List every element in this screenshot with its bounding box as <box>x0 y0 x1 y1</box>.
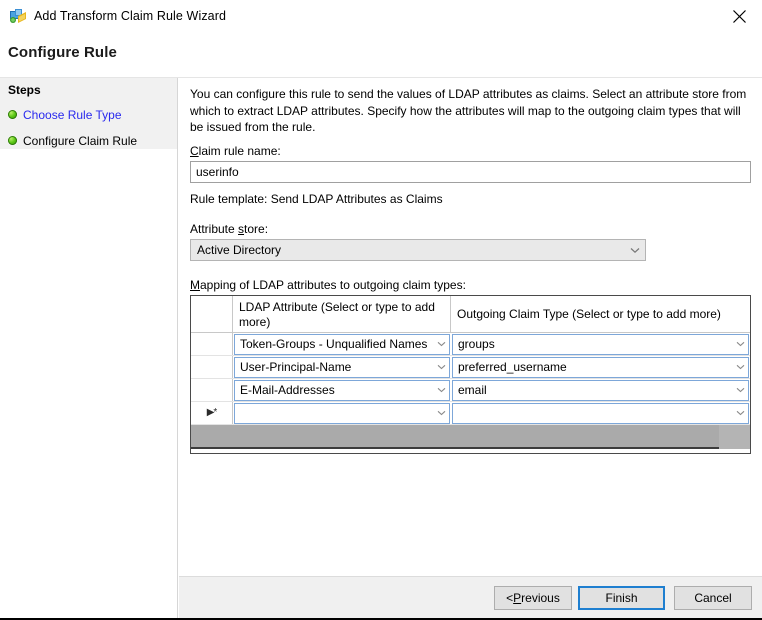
ldap-attribute-select[interactable]: E-Mail-Addresses <box>234 380 450 401</box>
mapping-label: Mapping of LDAP attributes to outgoing c… <box>190 278 466 292</box>
grid-header-rowselect-cell <box>191 296 233 332</box>
finish-button[interactable]: Finish <box>578 586 665 610</box>
new-row-marker-cell[interactable]: ▶* <box>191 402 233 424</box>
attribute-store-select[interactable]: Active Directory <box>190 239 646 261</box>
page-header: Configure Rule <box>0 32 762 78</box>
previous-button[interactable]: < Previous <box>494 586 572 610</box>
chevron-down-icon <box>433 341 449 347</box>
chevron-down-icon <box>732 341 748 347</box>
ldap-attribute-value: User-Principal-Name <box>235 360 433 374</box>
wizard-app-icon <box>9 7 27 25</box>
chevron-down-icon <box>732 387 748 393</box>
row-selector-cell[interactable] <box>191 379 233 401</box>
chevron-down-icon <box>433 387 449 393</box>
sidebar-item-choose-rule-type[interactable]: Choose Rule Type <box>8 106 122 123</box>
table-row[interactable]: User-Principal-Name preferred_username <box>191 356 750 379</box>
outgoing-claim-type-select[interactable]: preferred_username <box>452 357 749 378</box>
column-header-outgoing-claim-type[interactable]: Outgoing Claim Type (Select or type to a… <box>451 296 750 332</box>
steps-sidebar: Steps Choose Rule Type Configure Claim R… <box>0 78 178 618</box>
grid-header-row: LDAP Attribute (Select or type to add mo… <box>191 296 750 333</box>
rule-description: You can configure this rule to send the … <box>190 86 753 136</box>
outgoing-claim-type-value: email <box>453 383 732 397</box>
step-bullet-icon <box>8 110 17 119</box>
chevron-down-icon <box>433 364 449 370</box>
close-icon[interactable] <box>717 0 762 32</box>
previous-label-rest: revious <box>521 591 560 605</box>
outgoing-claim-type-cell[interactable]: groups <box>451 333 750 355</box>
mapping-grid[interactable]: LDAP Attribute (Select or type to add mo… <box>190 295 751 454</box>
dialog-button-bar: < Previous Finish Cancel <box>179 576 762 618</box>
row-selector-cell[interactable] <box>191 333 233 355</box>
outgoing-claim-type-select[interactable]: email <box>452 380 749 401</box>
ldap-attribute-value: Token-Groups - Unqualified Names <box>235 337 433 351</box>
page-title: Configure Rule <box>8 44 117 61</box>
outgoing-claim-type-select[interactable] <box>452 403 749 424</box>
column-header-ldap-attribute[interactable]: LDAP Attribute (Select or type to add mo… <box>233 296 451 332</box>
table-row-new[interactable]: ▶* <box>191 402 750 425</box>
previous-accel: P <box>513 591 521 605</box>
chevron-down-icon <box>625 247 645 254</box>
mapping-accel: M <box>190 278 200 292</box>
claim-rule-name-accel: C <box>190 144 199 158</box>
grid-empty-area <box>191 425 750 449</box>
title-bar: Add Transform Claim Rule Wizard <box>0 0 762 32</box>
steps-heading: Steps <box>8 83 41 97</box>
main-panel: You can configure this rule to send the … <box>179 78 762 618</box>
sidebar-item-label: Choose Rule Type <box>23 108 122 122</box>
ldap-attribute-cell[interactable]: Token-Groups - Unqualified Names <box>233 333 451 355</box>
row-selector-cell[interactable] <box>191 356 233 378</box>
ldap-attribute-select[interactable]: User-Principal-Name <box>234 357 450 378</box>
table-row[interactable]: Token-Groups - Unqualified Names groups <box>191 333 750 356</box>
sidebar-item-label: Configure Claim Rule <box>23 134 137 148</box>
grid-empty-left <box>191 425 719 449</box>
ldap-attribute-cell[interactable]: E-Mail-Addresses <box>233 379 451 401</box>
ldap-attribute-select[interactable] <box>234 403 450 424</box>
grid-empty-right <box>719 425 750 449</box>
new-row-marker-icon: ▶* <box>207 408 217 418</box>
outgoing-claim-type-value: preferred_username <box>453 360 732 374</box>
table-row[interactable]: E-Mail-Addresses email <box>191 379 750 402</box>
attribute-store-label-prefix: Attribute <box>190 222 238 236</box>
rule-template-text: Rule template: Send LDAP Attributes as C… <box>190 192 443 206</box>
chevron-down-icon <box>732 364 748 370</box>
step-bullet-icon <box>8 136 17 145</box>
mapping-label-rest: apping of LDAP attributes to outgoing cl… <box>200 278 466 292</box>
chevron-down-icon <box>433 410 449 416</box>
chevron-down-icon <box>732 410 748 416</box>
attribute-store-label-rest: tore: <box>244 222 268 236</box>
claim-rule-name-label: Claim rule name: <box>190 144 281 158</box>
wizard-window: Add Transform Claim Rule Wizard Configur… <box>0 0 762 620</box>
previous-label-prefix: < <box>506 591 513 605</box>
outgoing-claim-type-select[interactable]: groups <box>452 334 749 355</box>
outgoing-claim-type-cell[interactable] <box>451 402 750 424</box>
window-title: Add Transform Claim Rule Wizard <box>34 9 226 23</box>
claim-rule-name-label-rest: laim rule name: <box>199 144 281 158</box>
ldap-attribute-cell[interactable] <box>233 402 451 424</box>
outgoing-claim-type-value: groups <box>453 337 732 351</box>
ldap-attribute-cell[interactable]: User-Principal-Name <box>233 356 451 378</box>
claim-rule-name-input[interactable] <box>190 161 751 183</box>
outgoing-claim-type-cell[interactable]: email <box>451 379 750 401</box>
ldap-attribute-select[interactable]: Token-Groups - Unqualified Names <box>234 334 450 355</box>
ldap-attribute-value: E-Mail-Addresses <box>235 383 433 397</box>
attribute-store-label: Attribute store: <box>190 222 268 236</box>
sidebar-item-configure-claim-rule[interactable]: Configure Claim Rule <box>8 132 137 149</box>
attribute-store-value: Active Directory <box>191 243 625 257</box>
cancel-button[interactable]: Cancel <box>674 586 752 610</box>
outgoing-claim-type-cell[interactable]: preferred_username <box>451 356 750 378</box>
